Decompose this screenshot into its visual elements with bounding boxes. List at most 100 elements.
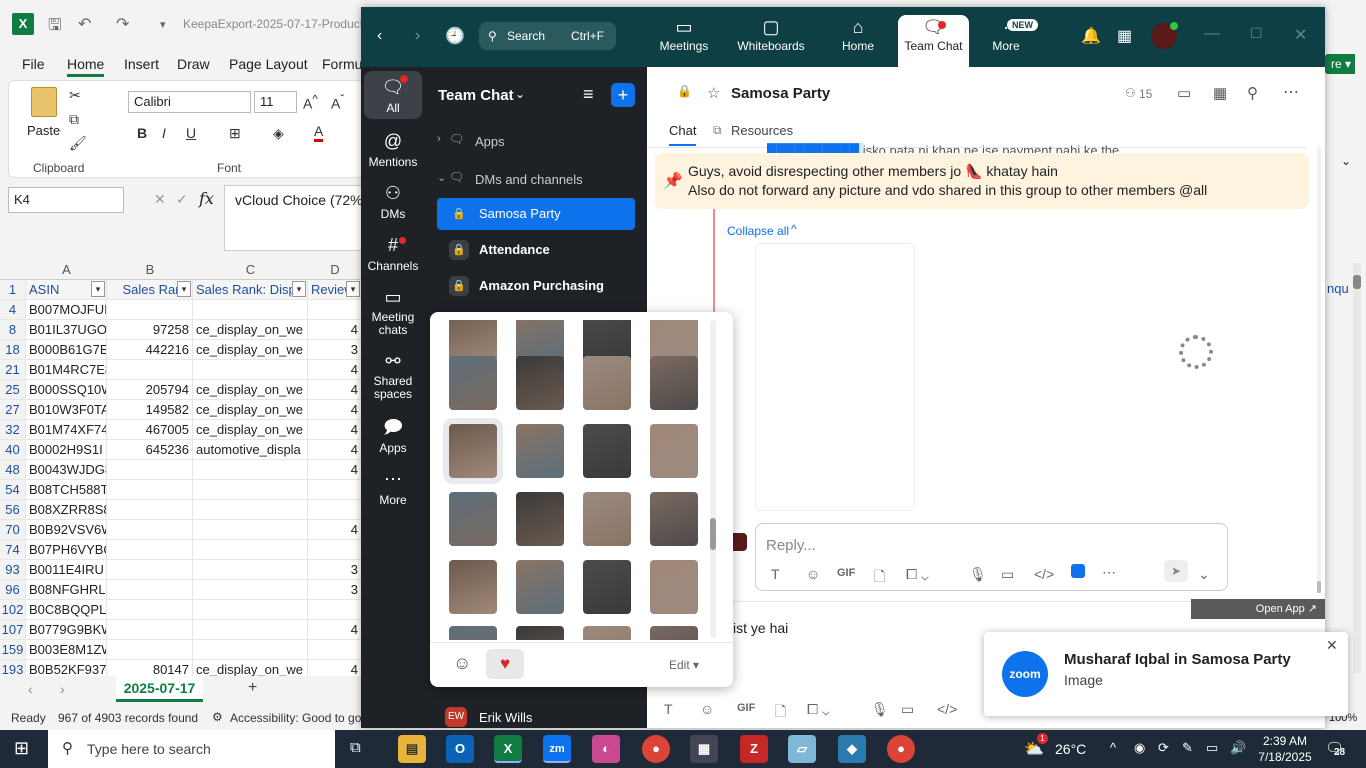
star-icon[interactable]: ☆ xyxy=(707,84,720,102)
excel-taskbar-icon[interactable]: X xyxy=(494,735,522,763)
gif-button[interactable]: GIF xyxy=(837,567,855,579)
grid-cell[interactable] xyxy=(193,500,308,520)
grid-cell[interactable]: B000B61G7E xyxy=(26,340,107,360)
channel-amazon-purchasing[interactable]: 🔒 Amazon Purchasing xyxy=(437,270,635,302)
borders-icon[interactable]: ⊞ xyxy=(229,125,241,142)
video-message-icon[interactable]: ▭ xyxy=(1001,566,1014,583)
menu-home[interactable]: Home xyxy=(67,56,105,77)
grid-cell[interactable] xyxy=(308,540,362,560)
vertical-scrollbar[interactable] xyxy=(1353,263,1361,673)
history-icon[interactable]: 🕘 xyxy=(445,26,465,46)
close-notification-icon[interactable]: ✕ xyxy=(1326,637,1338,654)
grid-cell[interactable]: 4 xyxy=(308,380,362,400)
gif-button[interactable]: GIF xyxy=(737,702,755,714)
apps-section-label[interactable]: Apps xyxy=(475,134,505,149)
reply-composer[interactable]: Reply... T ☺ GIF 🗋 ⧠ ⌄ 🎙 ▭ </> ⋯ ➤ ⌄ xyxy=(755,523,1228,591)
fill-color-icon[interactable]: ◈ xyxy=(273,125,284,142)
more-options-icon[interactable]: ⋯ xyxy=(1283,82,1299,102)
grid-cell[interactable] xyxy=(193,560,308,580)
paste-label[interactable]: Paste xyxy=(27,123,60,138)
function-icon[interactable]: fx xyxy=(199,189,214,208)
sticker-thumbnail[interactable] xyxy=(449,492,497,546)
reply-input[interactable]: Reply... xyxy=(766,537,816,554)
save-icon[interactable]: 🖫 xyxy=(48,14,62,41)
row-number[interactable]: 96 xyxy=(0,580,26,600)
sticker-thumbnail[interactable] xyxy=(650,356,698,410)
grid-cell[interactable] xyxy=(193,460,308,480)
grid-cell[interactable]: B0B92VSV6W xyxy=(26,520,107,540)
pinned-message[interactable]: 📌 Guys, avoid disrespecting other member… xyxy=(655,153,1309,209)
sheet-next-icon[interactable]: › xyxy=(60,681,65,697)
zoom-notification-toast[interactable]: zoom Musharaf Iqbal in Samosa Party Imag… xyxy=(984,632,1348,716)
row-number[interactable]: 159 xyxy=(0,640,26,660)
add-sheet-icon[interactable]: + xyxy=(248,679,257,697)
grid-cell[interactable] xyxy=(308,640,362,660)
open-app-button[interactable]: Open App ↗ xyxy=(1191,599,1325,619)
grid-cell[interactable]: B007MOJFUI xyxy=(26,300,107,320)
rail-meeting-chats[interactable]: ▭ Meeting chats xyxy=(361,285,425,337)
windows-start-icon[interactable]: ⊞ xyxy=(14,738,29,759)
grid-cell[interactable] xyxy=(193,620,308,640)
filter-dropdown-icon[interactable]: ▾ xyxy=(177,281,191,297)
grid-cell[interactable]: B0C8BQQPLK xyxy=(26,600,107,620)
search-icon[interactable]: ⚲ xyxy=(1247,84,1258,102)
cancel-formula-icon[interactable]: ✕ xyxy=(154,191,166,208)
grid-cell[interactable] xyxy=(193,300,308,320)
nav-whiteboards[interactable]: ▢ Whiteboards xyxy=(731,15,811,67)
grid-cell[interactable] xyxy=(107,640,193,660)
grid-cell[interactable]: B010W3F0TA xyxy=(26,400,107,420)
grid-cell[interactable] xyxy=(107,600,193,620)
menu-insert[interactable]: Insert xyxy=(124,56,159,72)
row-number[interactable]: 102 xyxy=(0,600,26,620)
italic-icon[interactable]: I xyxy=(162,125,166,141)
filter-dropdown-icon[interactable]: ▾ xyxy=(292,281,306,297)
emoji-icon[interactable]: ☺ xyxy=(700,701,714,717)
heart-stickers-tab-icon[interactable]: ♥ xyxy=(486,649,524,679)
decrease-font-icon[interactable]: Aˇ xyxy=(331,93,344,112)
grid-cell[interactable] xyxy=(107,460,193,480)
notepad-icon[interactable]: ▱ xyxy=(788,735,816,763)
menu-file[interactable]: File xyxy=(22,56,45,72)
pen-icon[interactable]: ✎ xyxy=(1182,740,1193,756)
collapse-all-link[interactable]: Collapse all xyxy=(727,224,789,238)
grid-cell[interactable]: B0043WJDG8 xyxy=(26,460,107,480)
grid-cell[interactable]: 467005 xyxy=(107,420,193,440)
grid-cell[interactable]: 4 xyxy=(308,520,362,540)
increase-font-icon[interactable]: A^ xyxy=(303,93,318,112)
grid-cell[interactable] xyxy=(107,360,193,380)
customize-quick-access-icon[interactable]: ▾ xyxy=(160,18,166,31)
filter-icon[interactable]: ≡ xyxy=(583,84,594,105)
paint-icon[interactable]: ◐ xyxy=(592,735,620,763)
emoji-icon[interactable]: ☺ xyxy=(806,566,820,582)
row-number[interactable]: 56 xyxy=(0,500,26,520)
row-number[interactable]: 107 xyxy=(0,620,26,640)
font-name-select[interactable]: Calibri xyxy=(128,91,251,113)
contact-name[interactable]: Erik Wills xyxy=(479,710,532,725)
microphone-icon[interactable]: 🎙 xyxy=(871,701,889,718)
grid-cell[interactable]: automotive_displa xyxy=(193,440,308,460)
channel-samosa-party[interactable]: 🔒 Samosa Party xyxy=(437,198,635,230)
close-window-icon[interactable]: ✕ xyxy=(1294,25,1307,45)
sticker-thumbnail[interactable] xyxy=(650,424,698,478)
rail-apps[interactable]: 🗩 Apps xyxy=(361,415,425,455)
grid-cell[interactable] xyxy=(107,300,193,320)
nav-home[interactable]: ⌂ Home xyxy=(819,15,897,67)
grid-cell[interactable] xyxy=(107,500,193,520)
row-number[interactable]: 93 xyxy=(0,560,26,580)
sheet-prev-icon[interactable]: ‹ xyxy=(28,681,33,697)
enter-formula-icon[interactable]: ✓ xyxy=(176,191,188,208)
tab-chat[interactable]: Chat xyxy=(669,123,697,146)
header-cell[interactable]: Sales Rank: Disp xyxy=(193,280,308,300)
filezilla-icon[interactable]: Z xyxy=(740,735,768,763)
file-icon[interactable]: 🗋 xyxy=(775,701,786,725)
sticker-thumbnail[interactable] xyxy=(650,492,698,546)
column-header-a[interactable]: A xyxy=(26,262,107,280)
format-text-icon[interactable]: T xyxy=(664,701,673,717)
expand-ribbon-icon[interactable]: ⌄ xyxy=(1341,154,1351,168)
screenshot-icon[interactable]: ⧠ ⌄ xyxy=(807,701,830,718)
outlook-icon[interactable]: O xyxy=(446,735,474,763)
dms-collapse-icon[interactable]: ⌄ xyxy=(437,171,446,184)
emoji-tab-icon[interactable]: ☺ xyxy=(453,653,471,674)
name-box[interactable]: K4 xyxy=(8,187,124,213)
rail-all[interactable]: 🗨 All xyxy=(364,71,422,119)
